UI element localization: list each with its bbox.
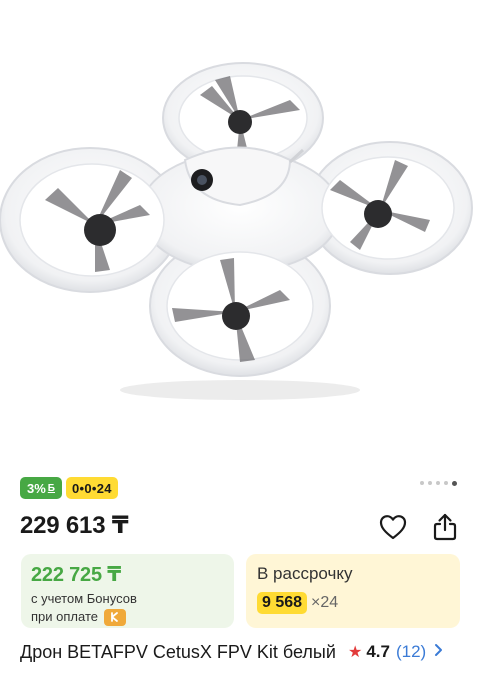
carousel-dot-active[interactable] <box>452 480 457 486</box>
bonus-text-line2: при оплате <box>31 609 98 624</box>
bonus-badge: 3% Б <box>20 477 62 499</box>
carousel-dot[interactable] <box>444 481 448 485</box>
share-icon <box>433 513 457 541</box>
chevron-right-icon <box>434 642 443 662</box>
heart-icon <box>379 515 407 540</box>
review-count[interactable]: (12) <box>396 642 426 662</box>
carousel-dot[interactable] <box>428 481 432 485</box>
carousel-dot[interactable] <box>436 481 440 485</box>
bonus-description: с учетом Бонусов при оплате <box>31 590 234 626</box>
product-title: Дрон BETAFPV CetusX FPV Kit белый <box>20 642 336 662</box>
bonus-text-line1: с учетом Бонусов <box>31 591 137 606</box>
rating-link[interactable]: ★ 4.7 (12) <box>348 641 443 663</box>
installment-amount: 9 568 <box>257 592 308 614</box>
installment-badge: 0•0•24 <box>65 477 118 499</box>
carousel-dots[interactable] <box>420 480 457 486</box>
favorite-button[interactable] <box>378 512 408 542</box>
badges: 3% Б 0•0•24 <box>20 477 118 499</box>
installment-months: ×24 <box>311 594 339 611</box>
installment-title: В рассрочку <box>257 564 353 583</box>
star-icon: ★ <box>348 644 363 661</box>
bonus-text-line2-row: при оплате <box>31 608 234 626</box>
drone-image <box>0 62 473 400</box>
product-price: 229 613 ₸ <box>20 512 129 539</box>
bonus-badge-label: 3% <box>27 480 46 496</box>
carousel-dot[interactable] <box>420 481 424 485</box>
bonus-price: 222 725 ₸ <box>31 564 121 586</box>
share-button[interactable] <box>430 512 460 542</box>
kaspi-logo-icon <box>103 608 126 626</box>
rating-value: 4.7 <box>366 642 390 661</box>
product-image[interactable] <box>0 0 481 462</box>
installment-row: 9 568 ×24 <box>257 592 460 614</box>
bonus-price-card[interactable]: 222 725 ₸ с учетом Бонусов при оплате <box>21 554 234 628</box>
bonus-icon: Б <box>47 482 55 494</box>
installment-card[interactable]: В рассрочку 9 568 ×24 <box>246 554 460 628</box>
